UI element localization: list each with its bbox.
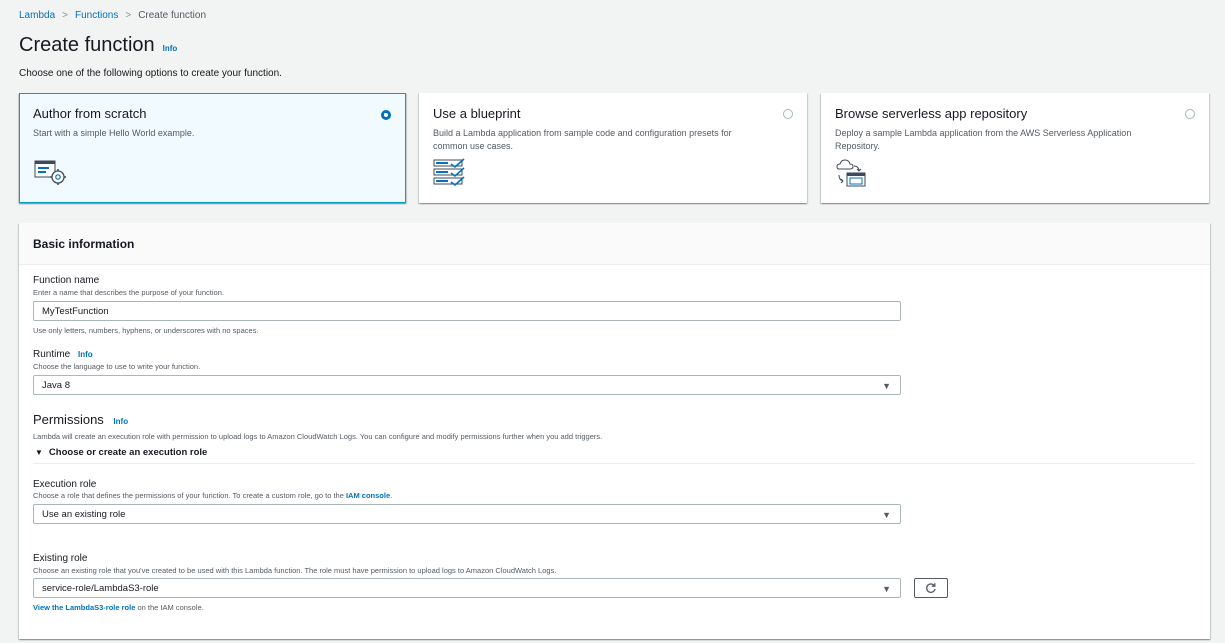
refresh-roles-button[interactable]	[914, 578, 948, 598]
execution-role-expander[interactable]: ▼ Choose or create an execution role	[35, 447, 207, 458]
caret-down-icon: ▼	[882, 381, 891, 391]
execution-role-selected-value: Use an existing role	[42, 509, 126, 520]
page-description: Choose one of the following options to c…	[19, 68, 282, 79]
code-gear-icon	[34, 158, 68, 191]
chevron-right-icon: >	[125, 10, 132, 21]
option-radio-author-from-scratch[interactable]	[381, 110, 391, 120]
option-card-serverless-repo[interactable]: Browse serverless app repository Deploy …	[821, 93, 1209, 203]
permissions-title: Permissions	[33, 412, 104, 427]
permissions-title-row: Permissions Info	[33, 412, 128, 427]
existing-role-select[interactable]: service-role/LambdaS3-role ▼	[33, 578, 901, 598]
option-title: Browse serverless app repository	[835, 106, 1028, 121]
function-name-label: Function name	[33, 275, 100, 286]
breadcrumb-current: Create function	[138, 10, 207, 21]
runtime-hint: Choose the language to use to write your…	[33, 362, 201, 371]
breadcrumb-functions-link[interactable]: Functions	[75, 10, 118, 21]
runtime-select[interactable]: Java 8 ▼	[33, 375, 901, 395]
iam-console-link[interactable]: IAM console	[346, 491, 390, 500]
runtime-label-row: Runtime Info	[33, 349, 93, 360]
existing-role-hint: Choose an existing role that you've crea…	[33, 566, 557, 575]
breadcrumb-lambda-link[interactable]: Lambda	[19, 10, 55, 21]
view-role-link[interactable]: View the LambdaS3-role role	[33, 603, 135, 612]
caret-down-icon: ▼	[882, 584, 891, 594]
option-title: Use a blueprint	[433, 106, 521, 121]
option-title: Author from scratch	[33, 106, 147, 121]
expander-label: Choose or create an execution role	[48, 447, 208, 458]
execution-role-label: Execution role	[33, 479, 97, 490]
hint-end: .	[390, 491, 393, 500]
refresh-icon	[926, 583, 936, 593]
existing-role-label: Existing role	[33, 553, 88, 564]
runtime-selected-value: Java 8	[42, 380, 70, 391]
option-card-author-from-scratch[interactable]: Author from scratch Start with a simple …	[19, 93, 406, 203]
option-card-blueprint[interactable]: Use a blueprint Build a Lambda applicati…	[419, 93, 807, 203]
permissions-info-link[interactable]: Info	[113, 417, 128, 426]
option-description: Deploy a sample Lambda application from …	[835, 128, 1132, 151]
function-name-input[interactable]: MyTestFunction	[33, 301, 901, 321]
execution-role-hint-row: Choose a role that defines the permissio…	[33, 491, 392, 500]
existing-role-selected-value: service-role/LambdaS3-role	[42, 583, 159, 594]
breadcrumb: Lambda > Functions > Create function	[19, 10, 206, 21]
execution-role-hint: Choose a role that defines the permissio…	[33, 491, 344, 500]
view-role-row: View the LambdaS3-role role on the IAM c…	[33, 603, 204, 612]
option-description: Start with a simple Hello World example.	[33, 128, 195, 138]
page-title-row: Create function Info	[19, 34, 177, 57]
page-title: Create function	[19, 34, 155, 56]
caret-down-icon: ▼	[35, 448, 43, 457]
function-name-constraint: Use only letters, numbers, hyphens, or u…	[33, 326, 259, 335]
runtime-info-link[interactable]: Info	[78, 350, 93, 359]
divider	[33, 463, 1195, 464]
function-name-hint: Enter a name that describes the purpose …	[33, 288, 224, 297]
title-info-link[interactable]: Info	[163, 44, 178, 53]
option-radio-blueprint[interactable]	[783, 109, 793, 119]
runtime-label: Runtime	[33, 349, 71, 360]
caret-down-icon: ▼	[882, 510, 891, 520]
option-description: Build a Lambda application from sample c…	[433, 128, 732, 151]
execution-role-select[interactable]: Use an existing role ▼	[33, 504, 901, 524]
option-radio-serverless-repo[interactable]	[1185, 109, 1195, 119]
permissions-description: Lambda will create an execution role wit…	[33, 432, 603, 441]
view-role-suffix: on the IAM console.	[135, 603, 204, 612]
basic-information-panel: Basic information Function name Enter a …	[19, 223, 1210, 639]
blueprint-checklist-icon	[433, 158, 467, 193]
cloud-deploy-icon	[835, 158, 869, 193]
panel-header: Basic information	[19, 223, 1210, 265]
chevron-right-icon: >	[62, 10, 68, 21]
